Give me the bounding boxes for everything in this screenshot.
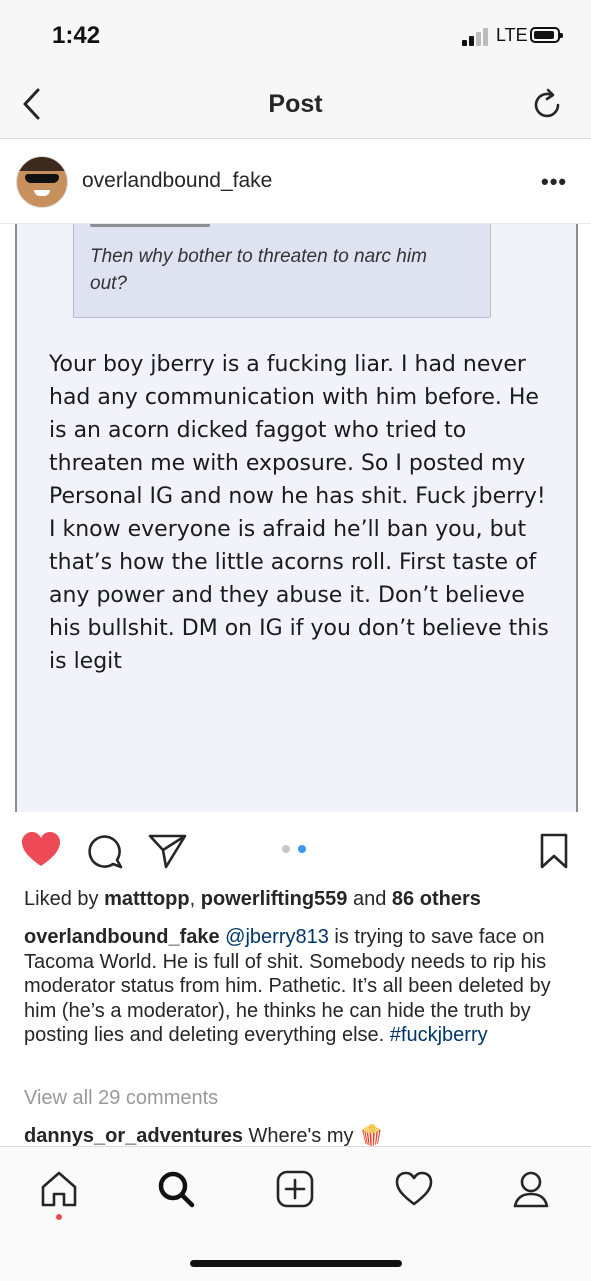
likes-separator: , [189, 888, 201, 910]
home-icon[interactable] [39, 1169, 79, 1209]
home-indicator[interactable] [190, 1260, 402, 1267]
post-image[interactable]: Then why bother to threaten to narc him … [0, 224, 591, 812]
liker-2[interactable]: powerlifting559 [201, 888, 348, 910]
post-header: overlandbound_fake ••• [0, 139, 591, 224]
home-notification-dot [56, 1214, 62, 1220]
refresh-icon[interactable] [530, 88, 564, 122]
popcorn-emoji: 🍿 [359, 1125, 384, 1147]
comment-preview: dannys_or_adventures Where's my 🍿 [24, 1123, 384, 1148]
forum-post-panel: Then why bother to threaten to narc him … [15, 224, 578, 812]
forum-quote-text: Then why bother to threaten to narc him … [90, 246, 427, 294]
likes-prefix: Liked by [24, 888, 105, 910]
activity-icon[interactable] [394, 1169, 434, 1209]
avatar[interactable] [16, 156, 68, 208]
status-bar: 1:42 LTE [0, 0, 591, 72]
status-time: 1:42 [52, 22, 101, 49]
quote-attribution-cut [90, 224, 210, 227]
carousel-indicator [282, 845, 312, 855]
view-all-comments-link[interactable]: View all 29 comments [24, 1087, 218, 1110]
carousel-dot-1 [282, 845, 290, 853]
heart-icon[interactable] [20, 830, 62, 868]
comment-username[interactable]: dannys_or_adventures [24, 1125, 243, 1147]
page-title: Post [268, 90, 323, 118]
network-type: LTE [496, 25, 528, 45]
search-icon[interactable] [156, 1169, 196, 1209]
battery-icon [530, 27, 563, 43]
post-actions [0, 820, 591, 880]
liker-1[interactable]: matttopp [104, 888, 190, 910]
share-icon[interactable] [148, 832, 188, 870]
likes-joiner: and [347, 888, 392, 910]
comment-icon[interactable] [86, 832, 124, 870]
post-caption: overlandbound_fake @jberry813 is trying … [24, 925, 572, 1048]
caption-username[interactable]: overlandbound_fake [24, 926, 220, 948]
carousel-dot-2 [298, 845, 306, 853]
bookmark-icon[interactable] [538, 832, 570, 870]
new-post-icon[interactable] [275, 1169, 315, 1209]
profile-icon[interactable] [511, 1169, 551, 1209]
likes-summary[interactable]: Liked by matttopp, powerlifting559 and 8… [24, 888, 481, 911]
comment-text: Where's my [242, 1125, 360, 1147]
forum-quote: Then why bother to threaten to narc him … [73, 224, 491, 318]
caption-mention[interactable]: @jberry813 [225, 926, 329, 948]
signal-icon [462, 28, 492, 46]
more-icon[interactable]: ••• [541, 169, 567, 195]
likes-others[interactable]: 86 others [392, 888, 481, 910]
bottom-tab-bar [0, 1146, 591, 1281]
nav-bar: Post [0, 72, 591, 139]
post-username[interactable]: overlandbound_fake [82, 169, 272, 193]
caption-hashtag[interactable]: #fuckjberry [390, 1024, 488, 1046]
forum-post-text: Your boy jberry is a fucking liar. I had… [49, 352, 549, 674]
